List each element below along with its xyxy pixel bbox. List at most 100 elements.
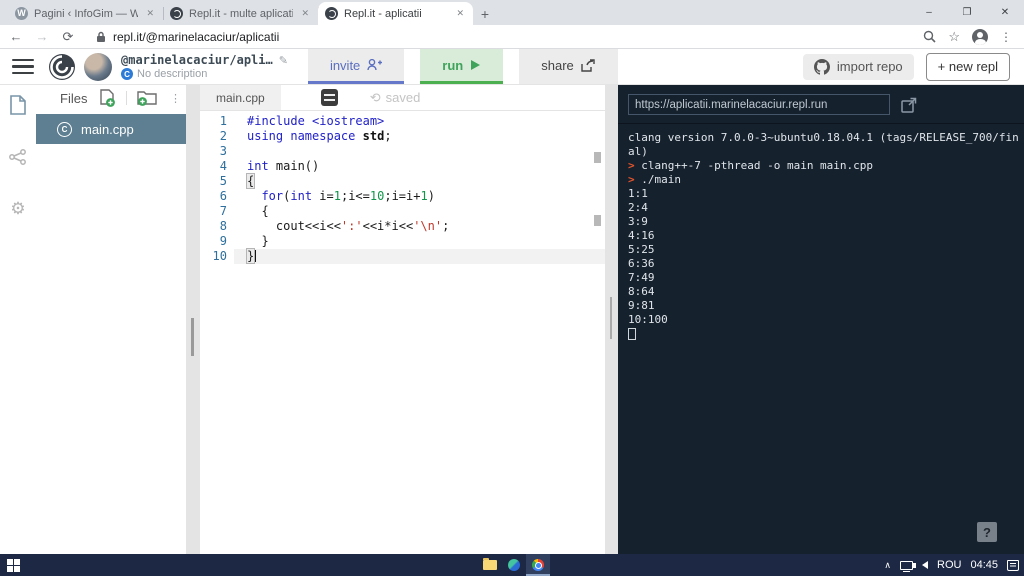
file-row[interactable]: Cmain.cpp <box>36 114 186 144</box>
resize-handle[interactable] <box>191 318 194 356</box>
invite-button[interactable]: invite <box>307 49 405 84</box>
browser-menu-icon[interactable]: ⋮ <box>1000 30 1012 44</box>
replit-logo[interactable] <box>48 53 76 81</box>
add-file-icon[interactable] <box>99 88 116 108</box>
browser-profile-avatar[interactable] <box>972 28 988 45</box>
header-left: @marinelacaciur/apli… ✎ C No description <box>0 49 288 84</box>
line-number: 6 <box>219 189 227 203</box>
console-line <box>628 327 1024 341</box>
browser-tab[interactable]: Repl.it - aplicatii ✕ <box>318 2 473 25</box>
file-list: Cmain.cpp <box>36 111 186 144</box>
minimize-button[interactable]: – <box>910 0 948 25</box>
console-line: > clang++-7 -pthread -o main main.cpp <box>628 159 1024 173</box>
code-line: int main() <box>234 159 605 174</box>
code-lines[interactable]: #include <iostream> using namespace std; i… <box>234 114 605 554</box>
screen: Pagini ‹ InfoGim — WordPress.co✕Repl.it … <box>0 0 1024 576</box>
scroll-annotation <box>594 152 601 163</box>
code-token: <<i*i<< <box>362 219 414 233</box>
editor-file-tab[interactable]: main.cpp <box>200 85 281 110</box>
cpp-file-icon: C <box>57 121 72 137</box>
repl-url-input[interactable] <box>628 94 890 115</box>
tab-close-icon[interactable]: ✕ <box>144 7 156 20</box>
browser-tab[interactable]: Repl.it - multe aplicatii in C++ ✕ <box>163 2 319 25</box>
clock[interactable]: 04:45 <box>970 559 998 571</box>
output-text: 7:49 <box>628 271 655 284</box>
close-button[interactable]: ✕ <box>986 0 1024 25</box>
output-text: 5:25 <box>628 243 655 256</box>
output-text: 3:9 <box>628 215 648 228</box>
tab-close-icon[interactable]: ✕ <box>299 7 311 20</box>
network-icon[interactable] <box>900 560 914 572</box>
code-token: '\n' <box>413 219 443 233</box>
new-tab-button[interactable]: + <box>473 2 497 25</box>
edit-title-icon[interactable]: ✎ <box>279 54 288 67</box>
format-code-icon[interactable] <box>320 89 338 106</box>
replit-favicon <box>325 7 338 20</box>
bookmark-star-icon[interactable]: ☆ <box>948 29 960 45</box>
code-token: ':' <box>340 219 363 233</box>
code-token: 1 <box>333 189 341 203</box>
code-token: using <box>247 129 284 143</box>
sidebar-resize-divider[interactable] <box>186 85 200 554</box>
hamburger-menu-icon[interactable] <box>12 58 34 75</box>
settings-gear-icon[interactable]: ⚙ <box>10 199 25 219</box>
tray-expand-icon[interactable]: ∧ <box>884 560 891 571</box>
output-text: 10:100 <box>628 313 668 326</box>
console-url-row <box>618 85 1024 124</box>
code-line: { <box>234 173 605 189</box>
run-button[interactable]: run <box>420 49 504 84</box>
share-button[interactable]: share <box>519 49 618 84</box>
console-line: 10:100 <box>628 313 1024 327</box>
saved-indicator: ⟲ saved <box>370 90 421 106</box>
import-repo-button[interactable]: import repo <box>802 53 914 80</box>
volume-icon[interactable] <box>913 561 929 569</box>
start-button[interactable] <box>7 558 20 572</box>
language-indicator[interactable]: ROU <box>937 559 961 571</box>
edge-icon[interactable] <box>502 554 526 576</box>
new-repl-button[interactable]: + new repl <box>925 52 1010 81</box>
window-controls: – ❐ ✕ <box>910 0 1024 25</box>
editor-body[interactable]: 1 2 3 4 5 6 7 8 9 10 #include <iostream> using nam… <box>200 111 605 554</box>
browser-tab[interactable]: Pagini ‹ InfoGim — WordPress.co ✕ <box>8 2 164 25</box>
chrome-icon[interactable] <box>526 554 550 576</box>
code-line: } <box>234 234 605 249</box>
wordpress-favicon <box>15 7 28 20</box>
browser-tab-strip: Pagini ‹ InfoGim — WordPress.co✕Repl.it … <box>0 0 1024 25</box>
left-icon-rail: ⚙ <box>0 85 36 554</box>
back-icon[interactable]: ← <box>8 29 24 44</box>
reload-icon[interactable]: ⟳ <box>60 29 76 45</box>
maximize-button[interactable]: ❐ <box>948 0 986 25</box>
add-folder-icon[interactable] <box>137 89 158 107</box>
prompt-icon: > <box>628 173 642 186</box>
user-avatar[interactable] <box>84 52 112 81</box>
tab-close-icon[interactable]: ✕ <box>454 7 466 20</box>
omnibox[interactable]: repl.it/@marinelacaciur/aplicatii <box>86 30 913 44</box>
help-button[interactable]: ? <box>977 522 997 542</box>
code-token: ) <box>427 189 435 203</box>
open-in-new-tab-icon[interactable] <box>901 97 917 113</box>
zoom-indicator-icon[interactable] <box>923 30 936 43</box>
console-resize-divider[interactable] <box>605 85 618 554</box>
action-center-icon[interactable] <box>1007 559 1019 571</box>
console-line: clang version 7.0.0-3~ubuntu0.18.04.1 (t… <box>628 131 1024 145</box>
code-token: 1 <box>420 189 428 203</box>
files-menu-icon[interactable]: ⋮ <box>170 92 181 105</box>
divider <box>126 91 128 105</box>
files-rail-icon[interactable] <box>9 95 27 115</box>
output-text: 9:81 <box>628 299 655 312</box>
matched-bracket: } <box>245 248 256 264</box>
share-rail-icon[interactable] <box>9 149 27 165</box>
line-number: 2 <box>219 129 227 143</box>
console-line: 5:25 <box>628 243 1024 257</box>
forward-icon[interactable]: → <box>34 29 50 44</box>
files-panel: Files ⋮ Cmain.cpp <box>36 85 186 554</box>
tab-strip-tabs: Pagini ‹ InfoGim — WordPress.co✕Repl.it … <box>8 2 473 25</box>
output-text: 1:1 <box>628 187 648 200</box>
resize-handle[interactable] <box>610 297 612 339</box>
lock-icon <box>96 31 106 43</box>
line-number-gutter: 1 2 3 4 5 6 7 8 9 10 <box>200 114 234 554</box>
file-explorer-icon[interactable] <box>478 554 502 576</box>
